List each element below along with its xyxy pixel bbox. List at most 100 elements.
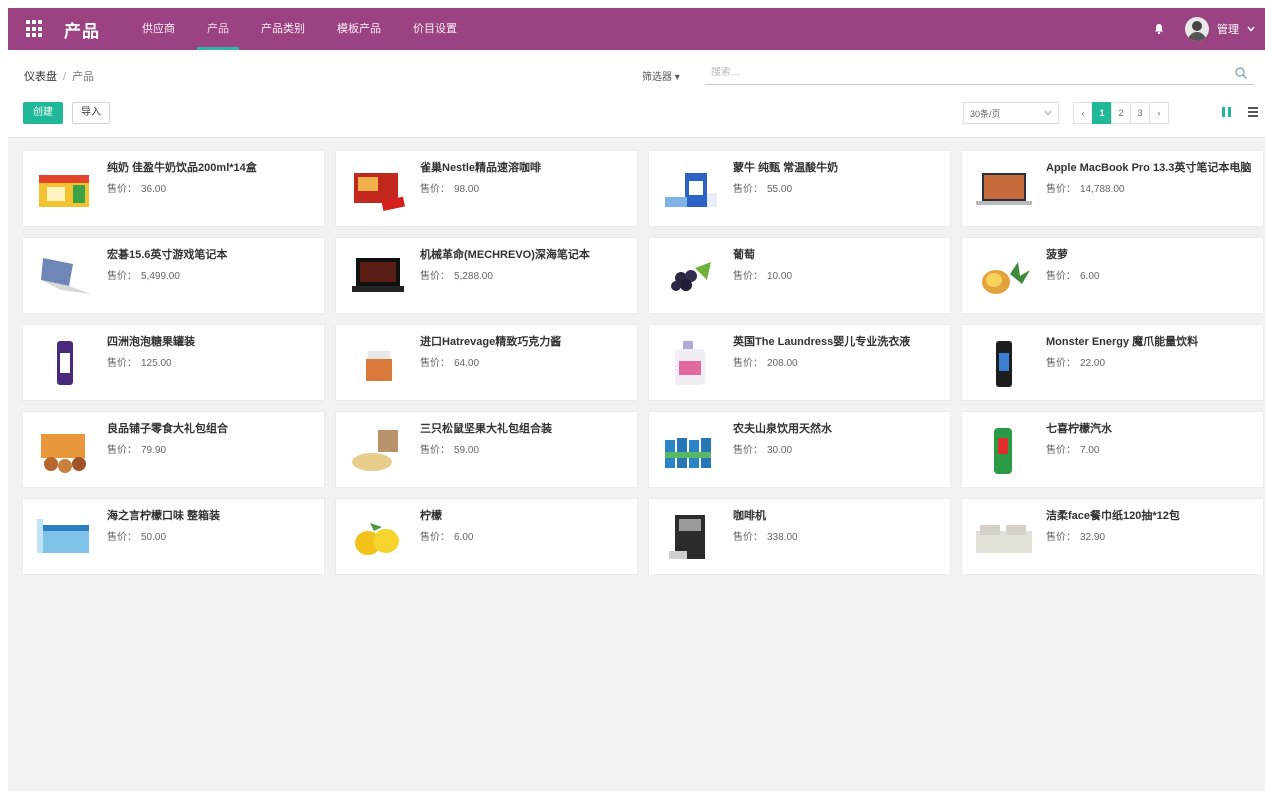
- energy-drink-image: [996, 341, 1012, 387]
- pager-prev-button[interactable]: ‹: [1073, 102, 1093, 124]
- product-price: 售价： 30.00: [733, 441, 792, 456]
- product-name: 农夫山泉饮用天然水: [733, 423, 832, 435]
- apps-menu-icon[interactable]: [26, 20, 44, 38]
- breadcrumb-current: 产品: [72, 71, 95, 83]
- product-card[interactable]: 菠萝 售价： 6.00: [961, 237, 1264, 314]
- menu-item-suppliers[interactable]: 供应商: [126, 8, 191, 50]
- product-name: 洁柔face餐巾纸120抽*12包: [1046, 510, 1180, 522]
- product-card[interactable]: 蒙牛 纯甄 常温酸牛奶 售价： 55.00: [648, 150, 951, 227]
- per-page-select[interactable]: 30条/页: [963, 102, 1059, 124]
- product-card[interactable]: Monster Energy 魔爪能量饮料 售价： 22.00: [961, 324, 1264, 401]
- product-card[interactable]: 纯奶 佳盈牛奶饮品200ml*14盒 售价： 36.00: [22, 150, 325, 227]
- menu-item-price-settings[interactable]: 价目设置: [397, 8, 473, 50]
- product-price: 售价： 64.00: [420, 354, 479, 369]
- pager-page-1[interactable]: 1: [1092, 102, 1112, 124]
- product-price: 售价： 22.00: [1046, 354, 1105, 369]
- milk-box-image: [39, 175, 89, 207]
- product-card[interactable]: 机械革命(MECHREVO)深海笔记本 售价： 5,288.00: [335, 237, 638, 314]
- product-card[interactable]: 三只松鼠坚果大礼包组合装 售价： 59.00: [335, 411, 638, 488]
- breadcrumb: 仪表盘 / 产品: [24, 68, 94, 84]
- price-value: 7.00: [1080, 445, 1100, 456]
- price-value: 98.00: [454, 184, 480, 195]
- price-label: 售价：: [420, 184, 450, 195]
- product-kanban: 纯奶 佳盈牛奶饮品200ml*14盒 售价： 36.00 雀巢Nestle精品速溶咖啡…: [8, 138, 1265, 575]
- bell-icon[interactable]: [1153, 23, 1165, 35]
- macbook-image: [976, 173, 1032, 205]
- price-value: 338.00: [767, 532, 798, 543]
- pager: ‹ 1 2 3 ›: [1073, 102, 1169, 124]
- chevron-down-icon: [1247, 26, 1255, 32]
- price-value: 125.00: [141, 358, 172, 369]
- create-button[interactable]: 创建: [23, 102, 63, 124]
- pager-page-3[interactable]: 3: [1130, 102, 1150, 124]
- control-panel: 仪表盘 / 产品 筛选器 ▾ 创建 导入 30条/页 ‹ 1 2 3 ›: [8, 50, 1265, 138]
- menu-item-product-categories[interactable]: 产品类别: [245, 8, 321, 50]
- price-value: 10.00: [767, 271, 793, 282]
- price-value: 14,788.00: [1080, 184, 1125, 195]
- product-name: 葡萄: [733, 249, 755, 261]
- product-price: 售价： 14,788.00: [1046, 180, 1125, 195]
- filters-dropdown[interactable]: 筛选器 ▾: [642, 68, 680, 83]
- kanban-view-icon[interactable]: [1220, 105, 1234, 119]
- product-price: 售价： 5,288.00: [420, 267, 493, 282]
- product-name: 机械革命(MECHREVO)深海笔记本: [420, 249, 590, 261]
- snack-pack-image: [41, 434, 86, 473]
- product-price: 售价： 125.00: [107, 354, 172, 369]
- purple-can-image: [57, 341, 73, 385]
- product-card[interactable]: 宏碁15.6英寸游戏笔记本 售价： 5,499.00: [22, 237, 325, 314]
- product-name: 进口Hatrevage精致巧克力酱: [420, 336, 562, 348]
- product-price: 售价： 55.00: [733, 180, 792, 195]
- breadcrumb-root[interactable]: 仪表盘: [24, 71, 57, 83]
- product-card[interactable]: 洁柔face餐巾纸120抽*12包 售价： 32.90: [961, 498, 1264, 575]
- product-price: 售价： 79.90: [107, 441, 166, 456]
- menu-item-template-products[interactable]: 模板产品: [321, 8, 397, 50]
- price-label: 售价：: [1046, 532, 1076, 543]
- chevron-down-icon: [1044, 110, 1052, 116]
- search-icon[interactable]: [1234, 66, 1248, 80]
- price-value: 36.00: [141, 184, 167, 195]
- avatar: [1185, 17, 1209, 41]
- product-name: 良品铺子零食大礼包组合: [107, 423, 228, 435]
- product-card[interactable]: 良品铺子零食大礼包组合 售价： 79.90: [22, 411, 325, 488]
- pager-page-2[interactable]: 2: [1111, 102, 1131, 124]
- pager-next-button[interactable]: ›: [1149, 102, 1169, 124]
- price-label: 售价：: [733, 532, 763, 543]
- product-price: 售价： 59.00: [420, 441, 479, 456]
- search-input[interactable]: [705, 67, 1234, 78]
- product-card[interactable]: 海之言柠檬口味 整箱装 售价： 50.00: [22, 498, 325, 575]
- view-switcher: [1220, 105, 1260, 119]
- list-view-icon[interactable]: [1246, 105, 1260, 119]
- product-price: 售价： 50.00: [107, 528, 166, 543]
- water-bottles-image: [665, 438, 711, 468]
- product-name: Apple MacBook Pro 13.3英寸笔记本电脑: [1046, 162, 1252, 174]
- product-price: 售价： 208.00: [733, 354, 798, 369]
- import-button[interactable]: 导入: [72, 102, 110, 124]
- product-card[interactable]: 咖啡机 售价： 338.00: [648, 498, 951, 575]
- product-card[interactable]: 柠檬 售价： 6.00: [335, 498, 638, 575]
- product-card[interactable]: 农夫山泉饮用天然水 售价： 30.00: [648, 411, 951, 488]
- soda-can-image: [994, 428, 1012, 474]
- product-card[interactable]: Apple MacBook Pro 13.3英寸笔记本电脑 售价： 14,788.0…: [961, 150, 1264, 227]
- detergent-bottle-image: [675, 341, 705, 385]
- product-price: 售价： 10.00: [733, 267, 792, 282]
- water-box-image: [37, 519, 89, 553]
- laptop-silver-image: [41, 258, 91, 294]
- pineapple-image: [982, 262, 1030, 294]
- menu-item-products[interactable]: 产品: [191, 8, 245, 50]
- price-label: 售价：: [107, 184, 137, 195]
- product-card[interactable]: 七喜柠檬汽水 售价： 7.00: [961, 411, 1264, 488]
- product-card[interactable]: 葡萄售价： 10.00: [648, 237, 951, 314]
- search-bar: [705, 61, 1254, 85]
- product-card[interactable]: 雀巢Nestle精品速溶咖啡 售价： 98.00: [335, 150, 638, 227]
- price-value: 64.00: [454, 358, 480, 369]
- app-brand-title: 产品: [64, 21, 100, 41]
- user-menu[interactable]: 管理: [1185, 17, 1255, 41]
- product-price: 售价： 32.90: [1046, 528, 1105, 543]
- product-card[interactable]: 进口Hatrevage精致巧克力酱 售价： 64.00: [335, 324, 638, 401]
- product-card[interactable]: 四洲泡泡糖果罐装 售价： 125.00: [22, 324, 325, 401]
- product-card[interactable]: 英国The Laundress婴儿专业洗衣液 售价： 208.00: [648, 324, 951, 401]
- tissue-pack-image: [976, 525, 1032, 553]
- price-label: 售价：: [733, 445, 763, 456]
- product-name: 蒙牛 纯甄 常温酸牛奶: [733, 162, 839, 174]
- product-name: 菠萝: [1046, 249, 1068, 261]
